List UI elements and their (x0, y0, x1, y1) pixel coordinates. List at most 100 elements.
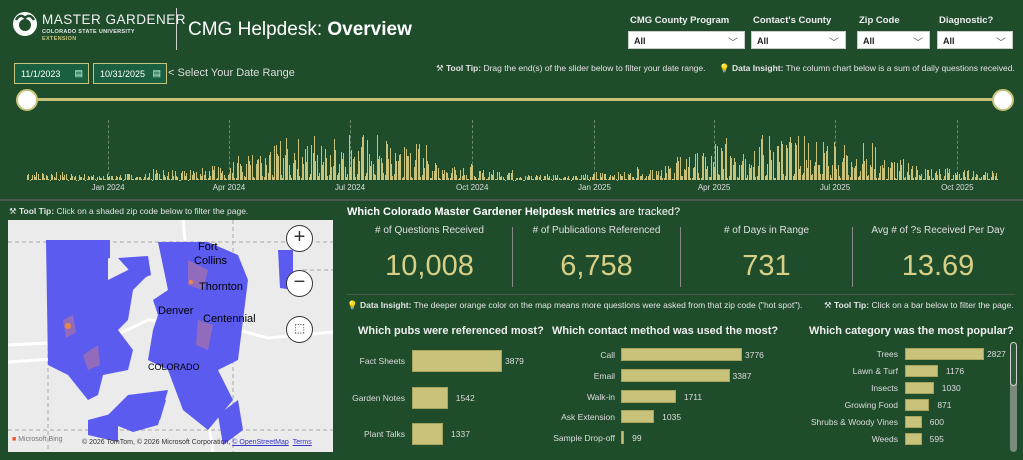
daily-bar[interactable] (307, 145, 309, 180)
start-date-input[interactable]: 11/1/2023 ▤ (14, 63, 89, 84)
daily-bar[interactable] (884, 160, 886, 180)
bar-tooltip: ⚒ Tool Tip: Click on a bar below to filt… (824, 300, 1014, 311)
map-canvas[interactable]: Fort Collins Thornton Denver Centennial … (8, 220, 333, 452)
category-scroll-thumb[interactable] (1010, 342, 1017, 386)
daily-bar[interactable] (298, 138, 300, 180)
bar[interactable] (905, 416, 922, 428)
bar-label: Lawn & Turf (852, 366, 898, 376)
kpi-value: 6,758 (560, 250, 633, 282)
map-label: Centennial (203, 313, 256, 325)
kpi-label: # of Publications Referenced (532, 225, 661, 236)
zip-region[interactable] (151, 398, 166, 420)
filter-label-contact-county: Contact's County (753, 15, 832, 26)
county-program-select[interactable]: All ﹀ (628, 31, 745, 49)
map-label: Fort (198, 241, 218, 253)
section-divider (0, 199, 1023, 201)
bar[interactable] (905, 365, 938, 377)
bar[interactable] (621, 431, 625, 444)
daily-bar[interactable] (997, 178, 999, 180)
bar-label: Sample Drop-off (553, 432, 615, 443)
diagnostic-select[interactable]: All ﹀ (937, 31, 1013, 49)
daily-bar[interactable] (419, 143, 421, 180)
date-slider-track[interactable] (27, 98, 1003, 101)
daily-bar[interactable] (400, 154, 402, 180)
x-tick-label: Oct 2025 (941, 183, 974, 192)
daily-bar[interactable] (744, 158, 746, 180)
terms-link[interactable]: Terms (293, 439, 312, 446)
contact-county-select[interactable]: All ﹀ (751, 31, 846, 49)
daily-bar[interactable] (726, 137, 728, 180)
chart-gridline (108, 120, 110, 180)
tip-bold: Data Insight: (359, 300, 412, 310)
map-attribution: © 2026 TomTom, © 2026 Microsoft Corporat… (82, 439, 312, 446)
x-tick-label: Jul 2025 (819, 183, 851, 192)
tip-text: Click on a bar below to filter the page. (869, 300, 1014, 310)
bar-value: 1176 (945, 366, 965, 376)
bar[interactable] (412, 423, 444, 445)
title-rest: are tracked? (615, 206, 681, 218)
bar-label: Trees (876, 349, 898, 359)
tip-bold: Tool Tip: (445, 63, 482, 73)
slider-tooltip: ⚒ Tool Tip: Drag the end(s) of the slide… (436, 63, 706, 74)
plus-icon: + (293, 226, 306, 248)
bar[interactable] (621, 348, 742, 361)
slider-end-handle[interactable] (992, 89, 1014, 111)
x-tick-label: Jan 2024 (91, 183, 125, 192)
bar[interactable] (905, 399, 930, 411)
hot-spot[interactable] (65, 323, 71, 329)
select-area-button[interactable]: ⬚ (286, 316, 313, 343)
zoom-out-button[interactable]: − (286, 270, 313, 297)
bar[interactable] (905, 348, 984, 360)
bar-label: Call (600, 349, 615, 360)
bar-label: Growing Food (844, 400, 898, 410)
kpi-label: # of Days in Range (723, 225, 810, 236)
bar[interactable] (621, 410, 655, 423)
calendar-icon[interactable]: ▤ (74, 68, 83, 79)
daily-bar[interactable] (688, 156, 690, 180)
x-tick-label: Oct 2024 (455, 183, 489, 192)
hot-spot[interactable] (189, 280, 193, 284)
daily-bar[interactable] (791, 143, 793, 180)
tip-text: The column chart below is a sum of daily… (783, 63, 1015, 73)
daily-bar[interactable] (753, 150, 755, 180)
tools-icon: ⚒ (9, 206, 19, 216)
bar[interactable] (412, 387, 448, 409)
page-title: CMG Helpdesk: Overview (188, 19, 412, 41)
bar-label: Ask Extension (561, 411, 615, 422)
daily-bar[interactable] (409, 153, 411, 180)
bar-value: 1542 (455, 393, 475, 403)
zoom-in-button[interactable]: + (286, 225, 313, 252)
map-insight: 💡 Data Insight: The deeper orange color … (347, 300, 802, 311)
daily-bar[interactable] (670, 168, 672, 180)
bar-label: Insects (871, 383, 898, 393)
daily-bar[interactable] (363, 135, 365, 180)
bar-label: Walk-in (586, 391, 615, 402)
logo-subtitle: COLORADO STATE UNIVERSITY EXTENSION (42, 29, 135, 43)
chevron-down-icon: ﹀ (728, 38, 738, 49)
tip-text: Drag the end(s) of the slider below to f… (481, 63, 706, 73)
zip-code-map[interactable]: Fort Collins Thornton Denver Centennial … (8, 220, 333, 452)
bar-label: Garden Notes (352, 393, 405, 403)
contact-chart-title: Which contact method was used the most? (552, 325, 779, 337)
map-tooltip: ⚒ Tool Tip: Click on a shaded zip code b… (9, 206, 248, 217)
bar[interactable] (621, 390, 676, 403)
zip-code-select[interactable]: All ﹀ (857, 31, 930, 49)
filter-label-county-program: CMG County Program (630, 15, 730, 26)
bar[interactable] (905, 382, 934, 394)
bar[interactable] (621, 369, 730, 382)
kpi-label: # of Questions Received (375, 225, 484, 236)
bar-value: 600 (929, 417, 944, 427)
bar[interactable] (905, 433, 922, 445)
daily-bar[interactable] (874, 146, 876, 180)
end-date-input[interactable]: 10/31/2025 ▤ (93, 63, 167, 84)
slider-start-handle[interactable] (16, 89, 38, 111)
daily-bar[interactable] (772, 151, 774, 180)
kpi-days: # of Days in Range 731 (681, 225, 852, 283)
calendar-icon[interactable]: ▤ (152, 68, 161, 79)
daily-bar[interactable] (512, 169, 514, 180)
kpi-avg-per-day: Avg # of ?s Received Per Day 13.69 (853, 225, 1023, 283)
title-prefix: CMG Helpdesk: (188, 19, 328, 40)
bar[interactable] (412, 350, 502, 372)
osm-link[interactable]: © OpenStreetMap (232, 439, 289, 446)
zip-region[interactable] (88, 412, 118, 442)
